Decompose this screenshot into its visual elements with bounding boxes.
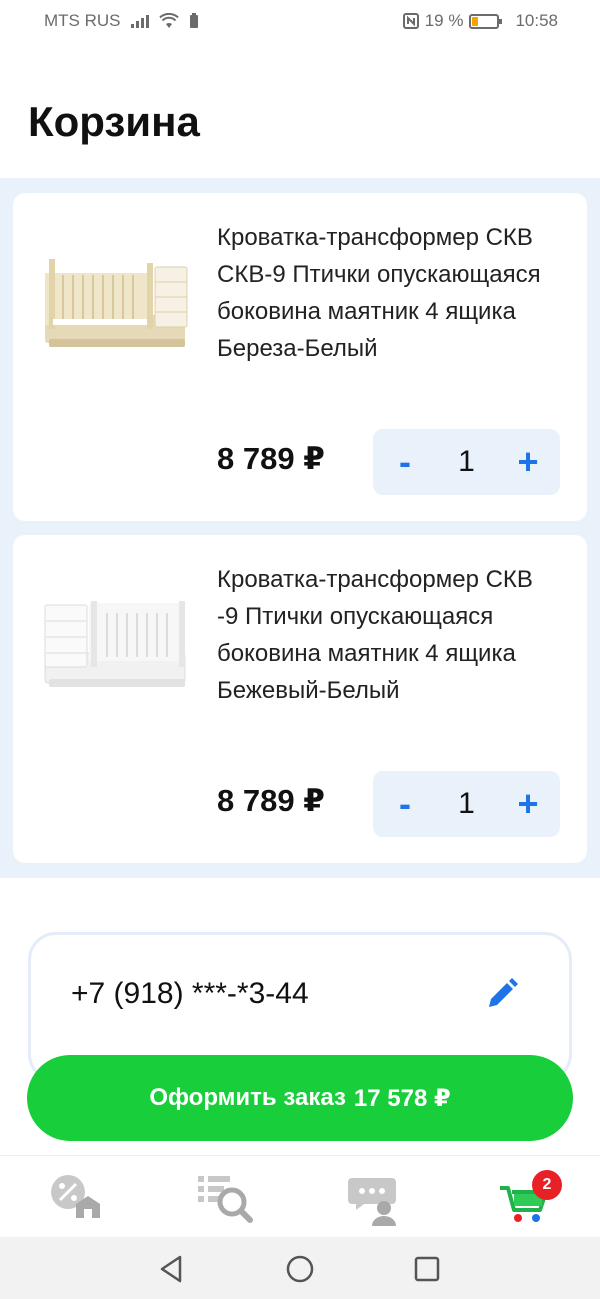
- quantity-value: 1: [458, 445, 475, 478]
- checkout-total: 17 578 ₽: [353, 1084, 451, 1112]
- edit-pencil-icon[interactable]: [485, 977, 519, 1011]
- home-icon[interactable]: [284, 1253, 316, 1285]
- cart-list: Кроватка-трансформер СКВ СКВ-9 Птички оп…: [0, 178, 600, 878]
- signal-icon: [130, 14, 149, 28]
- phone-number: +7 (918) ***-*3-44: [71, 977, 309, 1010]
- discount-store-icon: [51, 1175, 100, 1218]
- increase-button[interactable]: +: [498, 771, 558, 837]
- tab-catalog[interactable]: [192, 1170, 256, 1226]
- phone-battery-icon: [189, 13, 198, 28]
- quantity-stepper: - 1 +: [373, 771, 560, 837]
- checkout-button[interactable]: Оформить заказ 17 578 ₽: [27, 1055, 573, 1141]
- checkout-label: Оформить заказ: [149, 1084, 346, 1111]
- page-title: Корзина: [28, 98, 200, 145]
- carrier-name: MTS RUS: [44, 11, 121, 30]
- tab-cart[interactable]: 2: [496, 1170, 562, 1226]
- cart-item[interactable]: Кроватка-трансформер СКВ -9 Птички опуск…: [13, 535, 587, 863]
- clock: 10:58: [515, 11, 558, 30]
- product-name[interactable]: Кроватка-трансформер СКВ -9 Птички опуск…: [217, 561, 557, 709]
- back-icon[interactable]: [156, 1253, 188, 1285]
- increase-button[interactable]: +: [498, 429, 558, 495]
- status-bar: MTS RUS 19 % 10:58: [0, 0, 600, 42]
- decrease-button[interactable]: -: [375, 771, 435, 837]
- product-image: [44, 601, 186, 687]
- wifi-icon: [158, 13, 179, 28]
- battery-percent: 19 %: [424, 11, 464, 30]
- cart-count-badge: 2: [532, 1170, 562, 1200]
- product-price: 8 789 ₽: [217, 441, 325, 476]
- product-image: [45, 259, 188, 347]
- product-name[interactable]: Кроватка-трансформер СКВ СКВ-9 Птички оп…: [217, 219, 557, 367]
- quantity-value: 1: [458, 787, 475, 820]
- tab-support[interactable]: [346, 1170, 410, 1226]
- product-price: 8 789 ₽: [217, 783, 325, 818]
- tab-discounts[interactable]: [46, 1170, 110, 1226]
- support-chat-icon: [348, 1178, 396, 1226]
- cart-item[interactable]: Кроватка-трансформер СКВ СКВ-9 Птички оп…: [13, 193, 587, 521]
- battery-icon: [469, 13, 503, 29]
- quantity-stepper: - 1 +: [373, 429, 560, 495]
- decrease-button[interactable]: -: [375, 429, 435, 495]
- nfc-icon: [402, 13, 419, 29]
- recents-icon[interactable]: [411, 1253, 443, 1285]
- system-nav-bar: [0, 1237, 600, 1299]
- catalog-search-icon: [198, 1176, 253, 1223]
- bottom-tab-bar: 2: [0, 1155, 600, 1237]
